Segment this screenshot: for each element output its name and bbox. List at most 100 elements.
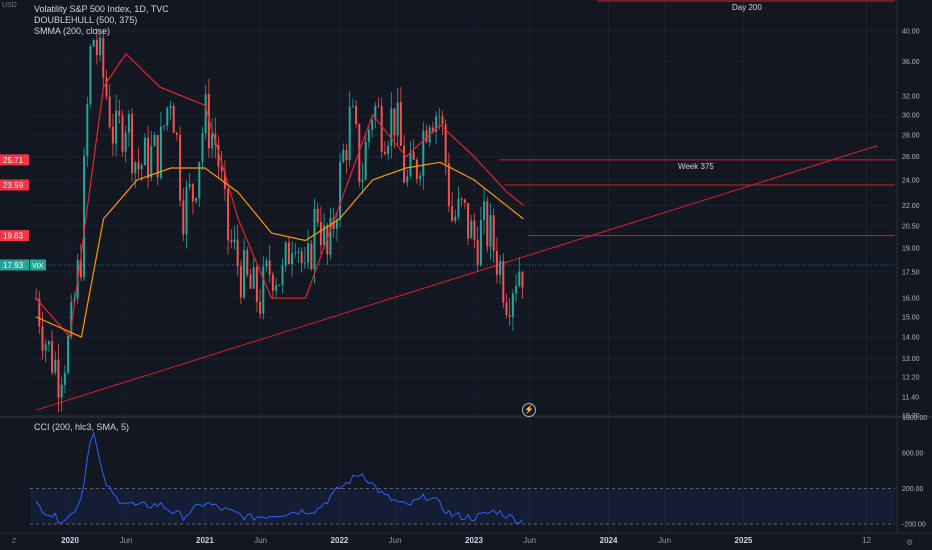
candle-body bbox=[265, 260, 268, 267]
gear-icon[interactable]: ⚙ bbox=[906, 538, 913, 547]
candle-body bbox=[227, 188, 230, 241]
chart-canvas[interactable]: 40.00 36.00 32.00 30.00 28.00 26.00 24.00 22.00… bbox=[0, 0, 932, 550]
candle-body bbox=[127, 114, 130, 133]
smma-legend[interactable]: SMMA (200, close) bbox=[34, 26, 169, 37]
price-badge-label: 25.71 bbox=[3, 156, 24, 165]
candle-body bbox=[473, 220, 476, 241]
candle-body bbox=[147, 137, 150, 178]
cci-band bbox=[30, 488, 895, 524]
candle-body bbox=[399, 102, 402, 146]
candle-body bbox=[463, 199, 466, 203]
candle-body bbox=[233, 239, 236, 242]
candle-body bbox=[348, 106, 351, 160]
candle-body bbox=[457, 198, 460, 217]
candle-body bbox=[380, 106, 383, 152]
candle-body bbox=[508, 314, 511, 317]
candle-body bbox=[300, 251, 303, 264]
candle-body bbox=[191, 184, 194, 202]
y-tick-label: 32.00 bbox=[902, 94, 920, 101]
price-badge-label: 17.93 bbox=[3, 261, 24, 270]
cci-y-tick-label: 1000.00 bbox=[902, 415, 927, 422]
candle-body bbox=[396, 102, 399, 136]
candle-body bbox=[47, 341, 50, 345]
candles bbox=[35, 28, 524, 412]
candle-body bbox=[115, 110, 118, 144]
x-tick-label: 12 bbox=[862, 536, 871, 545]
y-tick-label: 11.40 bbox=[902, 395, 919, 402]
flash-icon[interactable]: ⚡ bbox=[522, 403, 536, 417]
candle-body bbox=[303, 262, 306, 264]
candle-body bbox=[297, 251, 300, 253]
y-tick-label: 19.00 bbox=[902, 246, 920, 253]
y-tick-label: 30.00 bbox=[902, 112, 920, 119]
candle-body bbox=[275, 285, 278, 291]
candle-body bbox=[505, 302, 508, 315]
candle-body bbox=[268, 260, 271, 275]
candle-body bbox=[111, 126, 114, 144]
price-badge-label: 19.83 bbox=[3, 232, 24, 241]
candle-body bbox=[63, 372, 66, 385]
candle-body bbox=[246, 250, 249, 275]
cci-y-tick-label: -200.00 bbox=[902, 522, 926, 529]
candle-body bbox=[319, 222, 322, 246]
candle-body bbox=[92, 39, 95, 47]
candle-body bbox=[422, 130, 425, 176]
candle-body bbox=[102, 37, 105, 78]
candle-body bbox=[278, 284, 281, 286]
candle-body bbox=[412, 151, 415, 160]
cci-legend[interactable]: CCI (200, hlc3, SMA, 5) bbox=[34, 422, 129, 433]
x-tick-label: 2022 bbox=[331, 536, 349, 545]
y-tick-label: 14.00 bbox=[902, 335, 920, 342]
candle-body bbox=[387, 145, 390, 155]
doublehull-legend[interactable]: DOUBLEHULL (500, 375) bbox=[34, 15, 169, 26]
candle-body bbox=[454, 216, 457, 221]
candle-body bbox=[361, 179, 364, 183]
y-tick-label: 12.20 bbox=[902, 375, 920, 382]
candle-body bbox=[367, 129, 370, 142]
candle-body bbox=[377, 105, 380, 107]
candle-body bbox=[118, 110, 121, 116]
candle-body bbox=[383, 151, 386, 155]
candle-body bbox=[342, 150, 345, 163]
y-tick-label: 16.00 bbox=[902, 296, 920, 303]
candle-body bbox=[252, 267, 255, 289]
candle-body bbox=[137, 162, 140, 170]
candle-body bbox=[185, 186, 188, 235]
candle-body bbox=[175, 132, 178, 135]
x-tick-label: 2024 bbox=[600, 536, 618, 545]
candle-body bbox=[371, 119, 374, 130]
candle-body bbox=[460, 198, 463, 200]
candle-body bbox=[284, 242, 287, 266]
candle-body bbox=[486, 201, 489, 247]
x-tick-label: Jun bbox=[523, 536, 536, 545]
candle-body bbox=[86, 103, 89, 156]
candle-body bbox=[307, 243, 310, 263]
symbol-title[interactable]: Volatility S&P 500 Index, 1D, TVC bbox=[34, 4, 169, 15]
candle-body bbox=[150, 146, 153, 178]
candle-body bbox=[313, 208, 316, 270]
candle-body bbox=[105, 77, 108, 97]
candle-body bbox=[95, 39, 98, 56]
candle-body bbox=[262, 266, 265, 314]
candle-body bbox=[131, 114, 134, 174]
x-tick-label: Jun bbox=[389, 536, 402, 545]
candle-body bbox=[467, 202, 470, 239]
candle-body bbox=[495, 250, 498, 275]
x-tick-label: 2023 bbox=[465, 536, 483, 545]
price-badges: 25.71 23.59 19.83 17.93 VIX bbox=[0, 154, 895, 271]
candle-body bbox=[143, 137, 146, 166]
x-tick-label: Jun bbox=[658, 536, 671, 545]
candle-body bbox=[406, 176, 409, 183]
day200-label: Day 200 bbox=[732, 3, 762, 12]
candle-body bbox=[166, 107, 169, 126]
candle-body bbox=[281, 265, 284, 285]
candle-body bbox=[220, 166, 223, 172]
candle-body bbox=[339, 162, 342, 220]
candle-body bbox=[291, 253, 294, 265]
currency-label: USD bbox=[2, 2, 17, 9]
timezone-icon[interactable]: Z bbox=[12, 538, 16, 545]
candle-body bbox=[476, 240, 479, 266]
candle-body bbox=[211, 133, 214, 149]
x-tick-label: 2020 bbox=[61, 536, 79, 545]
week375-label: Week 375 bbox=[678, 162, 714, 171]
